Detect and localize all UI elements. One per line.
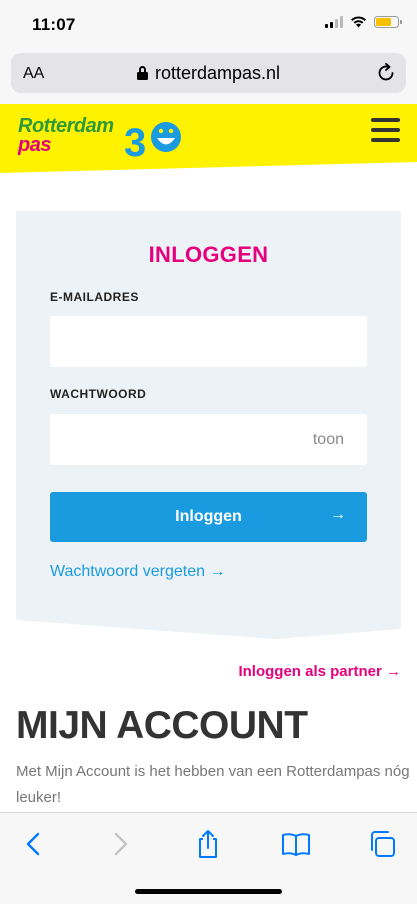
login-card: INLOGGEN E-MAILADRES WACHTWOORD toon Inl… [16, 211, 401, 639]
partner-login-link[interactable]: Inloggen als partner → [238, 663, 401, 680]
chevron-right-icon[interactable] [104, 828, 136, 860]
battery-icon [374, 16, 402, 28]
login-button-label: Inloggen [175, 508, 242, 525]
url-display[interactable]: rotterdampas.nl [11, 63, 406, 84]
status-icons [325, 16, 402, 28]
site-header: Rotterdam pas 3 [0, 104, 417, 174]
forgot-password-link[interactable]: Wachtwoord vergeten → [50, 563, 225, 581]
cellular-signal-icon [325, 16, 343, 28]
login-title: INLOGGEN [148, 242, 269, 267]
status-time: 11:07 [32, 15, 76, 34]
hamburger-menu-icon[interactable] [371, 118, 400, 142]
chevron-left-icon[interactable] [18, 828, 50, 860]
email-label: E-MAILADRES [50, 290, 139, 304]
arrow-right-icon: → [330, 506, 346, 523]
wifi-icon [351, 16, 366, 28]
browser-address-area: AA rotterdampas.nl [0, 50, 417, 104]
rotterdampas-logo[interactable]: Rotterdam pas 3 [18, 115, 188, 161]
account-heading: MIJN ACCOUNT [16, 704, 308, 747]
logo-30-badge: 3 [124, 121, 181, 160]
home-indicator [135, 889, 282, 894]
reload-icon[interactable] [375, 62, 397, 84]
status-bar: 11:07 [0, 0, 417, 50]
account-description: Met Mijn Account is het hebben van een R… [16, 763, 410, 806]
login-button[interactable]: Inloggen → [50, 492, 367, 542]
book-icon[interactable] [280, 828, 312, 860]
tabs-icon[interactable] [366, 828, 398, 860]
logo-text-pas: pas [18, 134, 51, 156]
lock-icon [136, 66, 148, 80]
email-field[interactable] [50, 316, 367, 367]
share-icon[interactable] [192, 828, 224, 860]
svg-text:3: 3 [124, 121, 146, 160]
url-text: rotterdampas.nl [154, 63, 281, 83]
password-label: WACHTWOORD [50, 387, 147, 401]
show-password-toggle[interactable]: toon [313, 431, 344, 449]
address-bar[interactable]: AA rotterdampas.nl [11, 53, 406, 93]
